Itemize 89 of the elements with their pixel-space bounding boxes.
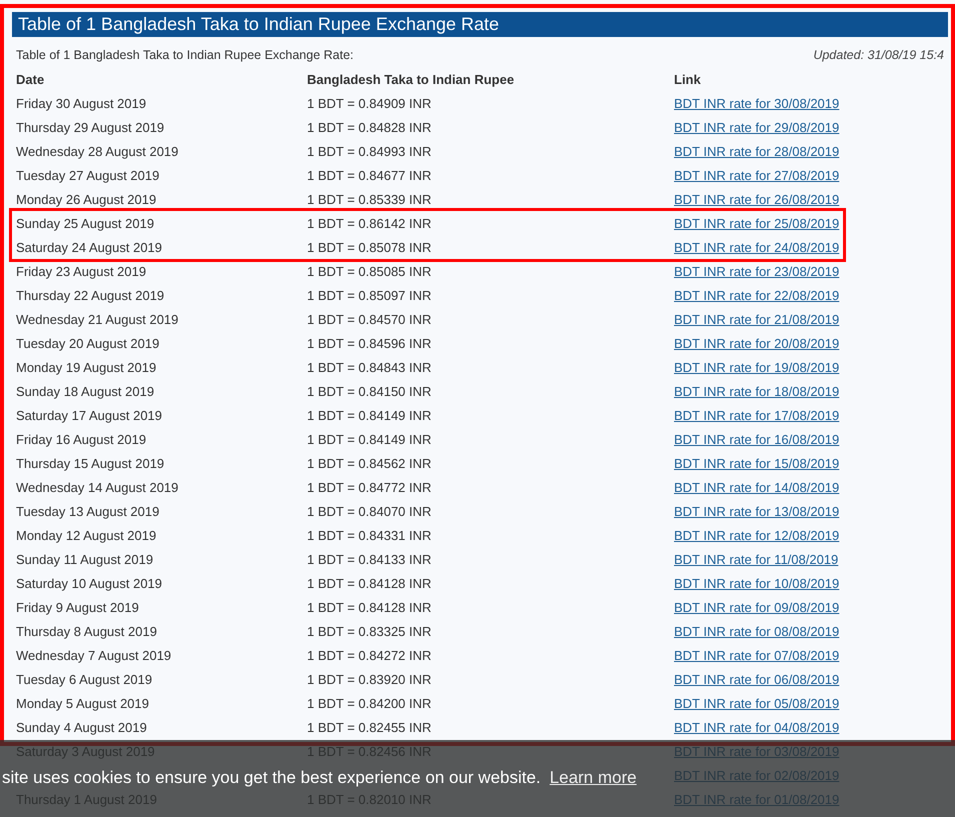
rate-cell: 1 BDT = 0.85339 INR [307,192,432,206]
date-cell: Thursday 8 August 2019 [16,624,157,638]
rate-cell: 1 BDT = 0.84677 INR [307,168,432,182]
rate-link[interactable]: BDT INR rate for 06/08/2019 [674,672,840,686]
rate-link[interactable]: BDT INR rate for 08/08/2019 [674,624,840,638]
rate-link[interactable]: BDT INR rate for 19/08/2019 [674,360,840,374]
rate-cell: 1 BDT = 0.84149 INR [307,432,432,446]
rate-cell: 1 BDT = 0.84331 INR [307,528,432,542]
cookie-message: site uses cookies to ensure you get the best experience on our website. [2,768,541,788]
rate-cell: 1 BDT = 0.85085 INR [307,264,432,278]
rate-cell: 1 BDT = 0.86142 INR [307,216,432,230]
date-cell: Thursday 22 August 2019 [16,288,164,302]
rate-link[interactable]: BDT INR rate for 24/08/2019 [674,240,840,254]
rate-link[interactable]: BDT INR rate for 25/08/2019 [674,216,840,230]
rate-link[interactable]: BDT INR rate for 05/08/2019 [674,696,840,710]
rate-cell: 1 BDT = 0.84909 INR [307,96,432,110]
rate-link[interactable]: BDT INR rate for 26/08/2019 [674,192,840,206]
rate-cell: 1 BDT = 0.84993 INR [307,144,432,158]
date-cell: Thursday 15 August 2019 [16,456,164,470]
rate-link[interactable]: BDT INR rate for 09/08/2019 [674,600,840,614]
rate-cell: 1 BDT = 0.85097 INR [307,288,432,302]
date-cell: Saturday 17 August 2019 [16,408,162,422]
rate-link[interactable]: BDT INR rate for 15/08/2019 [674,456,840,470]
updated-timestamp: Updated: 31/08/19 15:4 [813,48,944,62]
date-cell: Friday 23 August 2019 [16,264,146,278]
date-cell: Tuesday 20 August 2019 [16,336,160,350]
rate-link[interactable]: BDT INR rate for 23/08/2019 [674,264,840,278]
date-cell: Monday 5 August 2019 [16,696,149,710]
rate-cell: 1 BDT = 0.82455 INR [307,720,432,734]
rate-cell: 1 BDT = 0.84562 INR [307,456,432,470]
column-header: Link [674,72,701,86]
date-cell: Friday 30 August 2019 [16,96,146,110]
rate-link[interactable]: BDT INR rate for 16/08/2019 [674,432,840,446]
date-cell: Tuesday 13 August 2019 [16,504,160,518]
table-caption: Table of 1 Bangladesh Taka to Indian Rupee Exchange Rate: [16,48,354,62]
rate-cell: 1 BDT = 0.83325 INR [307,624,432,638]
rate-cell: 1 BDT = 0.84070 INR [307,504,432,518]
date-cell: Sunday 11 August 2019 [16,552,154,566]
rate-link[interactable]: BDT INR rate for 21/08/2019 [674,312,840,326]
rate-cell: 1 BDT = 0.84133 INR [307,552,432,566]
date-cell: Wednesday 21 August 2019 [16,312,178,326]
date-cell: Tuesday 27 August 2019 [16,168,160,182]
rate-cell: 1 BDT = 0.84828 INR [307,120,432,134]
rate-link[interactable]: BDT INR rate for 30/08/2019 [674,96,840,110]
date-cell: Friday 9 August 2019 [16,600,139,614]
column-header: Bangladesh Taka to Indian Rupee [307,72,514,86]
rate-cell: 1 BDT = 0.84200 INR [307,696,432,710]
rate-link[interactable]: BDT INR rate for 10/08/2019 [674,576,840,590]
rate-cell: 1 BDT = 0.84128 INR [307,600,432,614]
rate-link[interactable]: BDT INR rate for 29/08/2019 [674,120,840,134]
date-cell: Sunday 4 August 2019 [16,720,147,734]
date-cell: Monday 26 August 2019 [16,192,156,206]
rate-cell: 1 BDT = 0.84570 INR [307,312,432,326]
date-cell: Saturday 24 August 2019 [16,240,162,254]
date-cell: Friday 16 August 2019 [16,432,146,446]
rate-cell: 1 BDT = 0.84272 INR [307,648,432,662]
rate-link[interactable]: BDT INR rate for 18/08/2019 [674,384,840,398]
rate-link[interactable]: BDT INR rate for 27/08/2019 [674,168,840,182]
rate-cell: 1 BDT = 0.84149 INR [307,408,432,422]
rate-link[interactable]: BDT INR rate for 11/08/2019 [674,552,838,566]
rate-cell: 1 BDT = 0.84128 INR [307,576,432,590]
date-cell: Sunday 18 August 2019 [16,384,154,398]
rate-cell: 1 BDT = 0.84843 INR [307,360,432,374]
rate-cell: 1 BDT = 0.84772 INR [307,480,432,494]
table-title: Table of 1 Bangladesh Taka to Indian Rupee Exchange Rate [12,12,948,37]
date-cell: Wednesday 7 August 2019 [16,648,172,662]
date-cell: Monday 12 August 2019 [16,528,156,542]
date-cell: Monday 19 August 2019 [16,360,156,374]
date-cell: Thursday 29 August 2019 [16,120,164,134]
date-cell: Saturday 10 August 2019 [16,576,162,590]
rate-link[interactable]: BDT INR rate for 07/08/2019 [674,648,840,662]
rate-link[interactable]: BDT INR rate for 28/08/2019 [674,144,840,158]
rate-link[interactable]: BDT INR rate for 04/08/2019 [674,720,840,734]
date-cell: Wednesday 14 August 2019 [16,480,178,494]
rate-cell: 1 BDT = 0.84596 INR [307,336,432,350]
rate-cell: 1 BDT = 0.85078 INR [307,240,432,254]
rate-link[interactable]: BDT INR rate for 20/08/2019 [674,336,840,350]
rate-link[interactable]: BDT INR rate for 12/08/2019 [674,528,840,542]
rate-cell: 1 BDT = 0.83920 INR [307,672,432,686]
rate-link[interactable]: BDT INR rate for 22/08/2019 [674,288,840,302]
date-cell: Sunday 25 August 2019 [16,216,154,230]
rate-link[interactable]: BDT INR rate for 14/08/2019 [674,480,840,494]
column-header: Date [16,72,44,86]
rate-cell: 1 BDT = 0.84150 INR [307,384,432,398]
date-cell: Wednesday 28 August 2019 [16,144,178,158]
learn-more-link[interactable]: Learn more [550,768,637,788]
rate-link[interactable]: BDT INR rate for 17/08/2019 [674,408,840,422]
date-cell: Tuesday 6 August 2019 [16,672,152,686]
rate-link[interactable]: BDT INR rate for 13/08/2019 [674,504,840,518]
